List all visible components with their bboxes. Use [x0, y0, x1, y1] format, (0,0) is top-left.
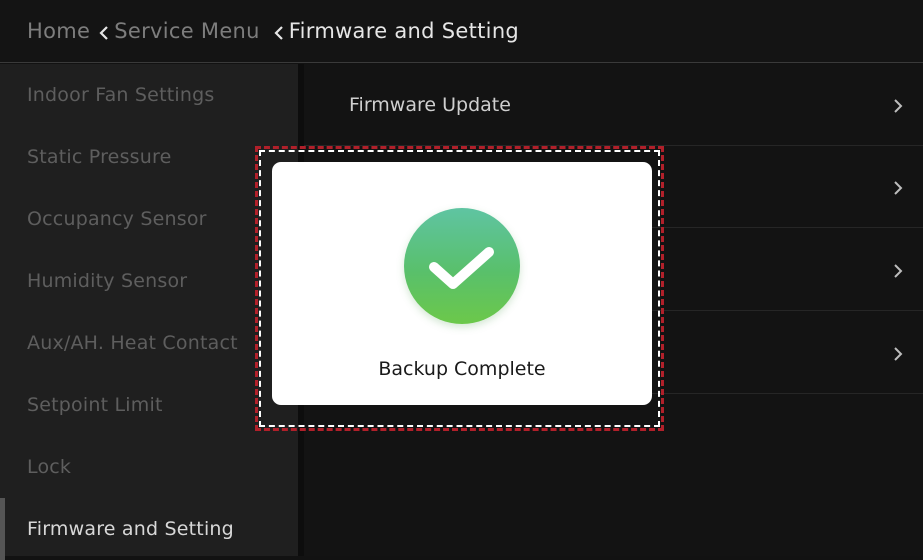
chevron-right-icon: [893, 262, 903, 278]
sidebar: Indoor Fan Settings Static Pressure Occu…: [0, 64, 298, 560]
sidebar-item-label: Firmware and Setting: [27, 518, 234, 540]
backup-complete-dialog[interactable]: Backup Complete: [272, 162, 652, 405]
breadcrumb: Home Service Menu Firmware and Setting: [0, 0, 923, 63]
list-item-firmware-update[interactable]: Firmware Update: [304, 64, 923, 146]
chevron-left-icon: [272, 23, 286, 41]
sidebar-item-label: Humidity Sensor: [27, 270, 188, 292]
chevron-right-icon: [893, 179, 903, 195]
breadcrumb-current: Firmware and Setting: [288, 19, 520, 43]
sidebar-item-firmware-and-setting[interactable]: Firmware and Setting: [0, 498, 298, 560]
chevron-right-icon: [893, 97, 903, 113]
sidebar-item-lock[interactable]: Lock: [0, 436, 298, 498]
sidebar-item-static-pressure[interactable]: Static Pressure: [0, 126, 298, 188]
breadcrumb-home[interactable]: Home: [27, 19, 90, 43]
sidebar-item-label: Aux/AH. Heat Contact: [27, 332, 238, 354]
sidebar-item-label: Static Pressure: [27, 146, 172, 168]
list-item-label: Firmware Update: [349, 93, 511, 116]
sidebar-item-label: Setpoint Limit: [27, 394, 163, 416]
dialog-message: Backup Complete: [378, 358, 546, 380]
chevron-right-icon: [893, 345, 903, 361]
sidebar-item-label: Occupancy Sensor: [27, 208, 207, 230]
sidebar-item-humidity-sensor[interactable]: Humidity Sensor: [0, 250, 298, 312]
chevron-left-icon: [97, 23, 111, 41]
breadcrumb-service-menu[interactable]: Service Menu: [114, 19, 260, 43]
sidebar-item-label: Indoor Fan Settings: [27, 84, 215, 106]
sidebar-item-aux-heat-contact[interactable]: Aux/AH. Heat Contact: [0, 312, 298, 374]
sidebar-item-setpoint-limit[interactable]: Setpoint Limit: [0, 374, 298, 436]
checkmark-circle-icon: [404, 208, 520, 324]
sidebar-item-occupancy-sensor[interactable]: Occupancy Sensor: [0, 188, 298, 250]
sidebar-item-label: Lock: [27, 456, 72, 478]
sidebar-item-indoor-fan-settings[interactable]: Indoor Fan Settings: [0, 64, 298, 126]
